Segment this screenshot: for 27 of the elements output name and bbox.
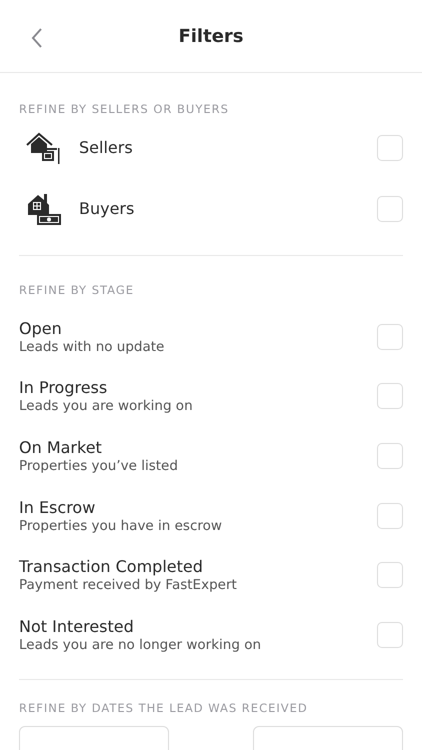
back-button[interactable]: [30, 26, 44, 50]
stage-title: Open: [19, 318, 63, 338]
checkbox[interactable]: [377, 502, 403, 529]
stage-title: On Market: [19, 438, 103, 457]
checkbox[interactable]: [377, 383, 403, 410]
checkbox[interactable]: [377, 134, 403, 160]
stage-title: In Escrow: [19, 498, 96, 517]
stage-title: In Progress: [19, 378, 108, 398]
stage-description: Leads you are no longer working on: [19, 636, 262, 653]
section-heading: REFINE BY SELLERS OR BUYERS: [19, 101, 230, 117]
checkbox[interactable]: [377, 196, 403, 222]
checkbox[interactable]: [377, 562, 403, 588]
section-heading: REFINE BY STAGE: [19, 282, 136, 298]
option-label: Sellers: [79, 138, 134, 157]
screen-title: Filters: [178, 26, 244, 46]
stage-description: Properties you have in escrow: [19, 518, 223, 534]
stage-title: Transaction Completed: [19, 557, 204, 576]
stage-description: Leads with no update: [19, 338, 166, 355]
checkbox[interactable]: [377, 324, 403, 350]
checkbox[interactable]: [377, 442, 403, 469]
stage-description: Leads you are working on: [19, 398, 194, 414]
stage-description: Payment received by FastExpert: [19, 577, 238, 594]
checkbox[interactable]: [377, 622, 403, 648]
option-label: Buyers: [79, 199, 136, 218]
stage-title: Not Interested: [19, 616, 135, 636]
stage-description: Properties you’ve listed: [19, 458, 179, 474]
section-heading: REFINE BY DATES THE LEAD WAS RECEIVED: [19, 700, 309, 716]
